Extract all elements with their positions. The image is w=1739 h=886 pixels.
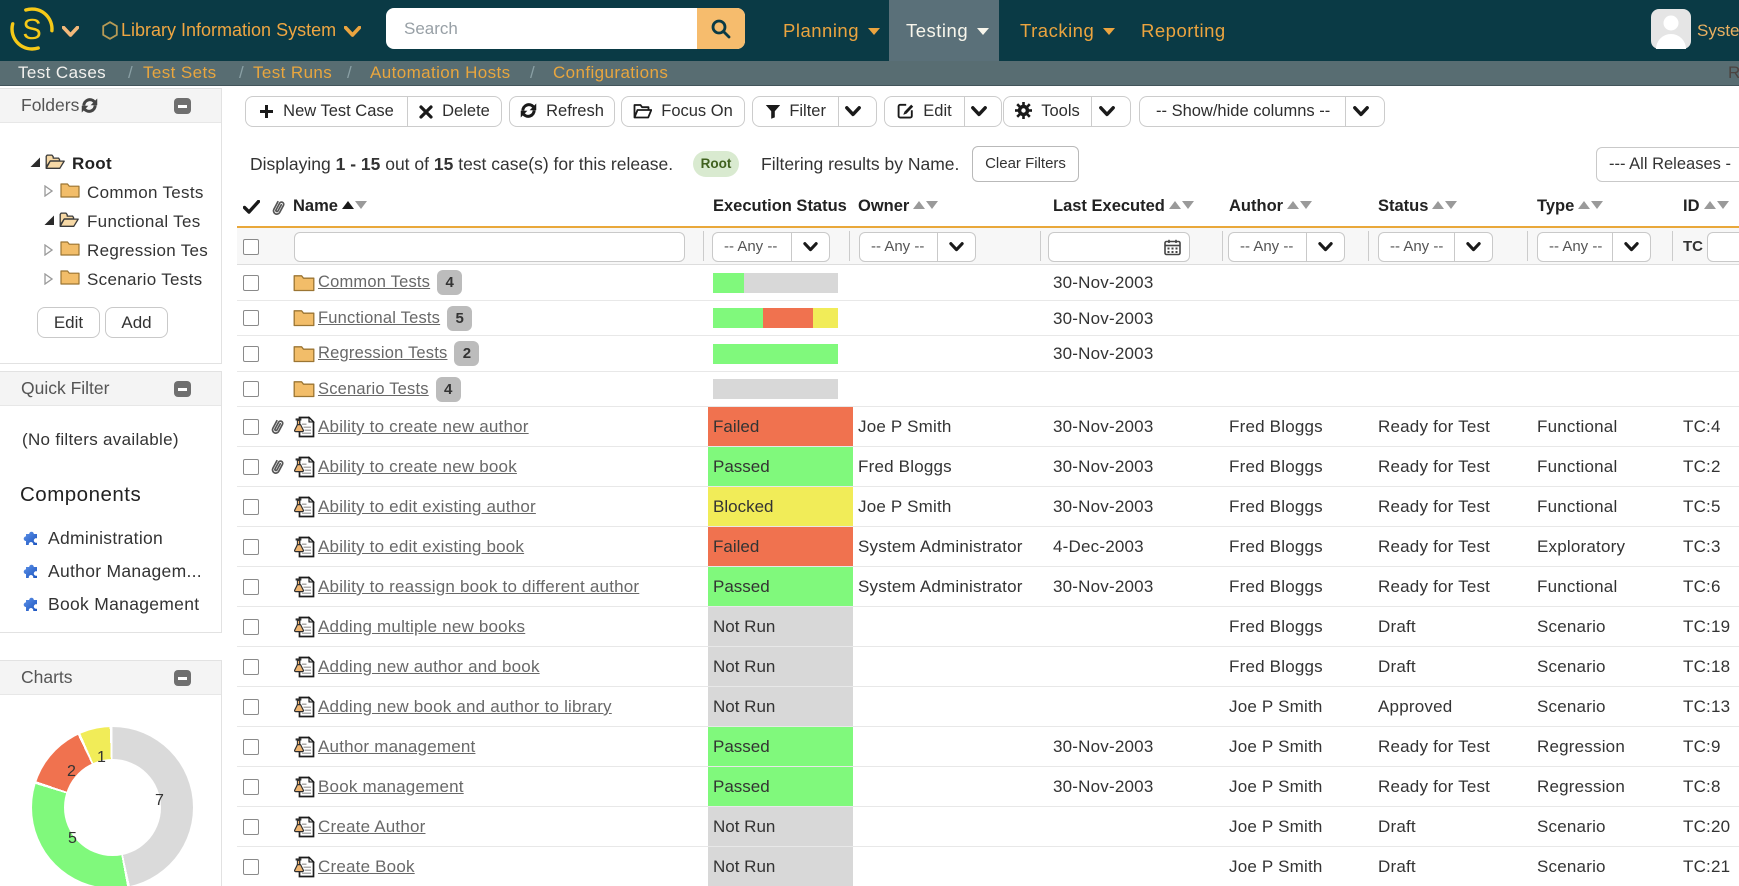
- svg-text:S: S: [22, 14, 41, 46]
